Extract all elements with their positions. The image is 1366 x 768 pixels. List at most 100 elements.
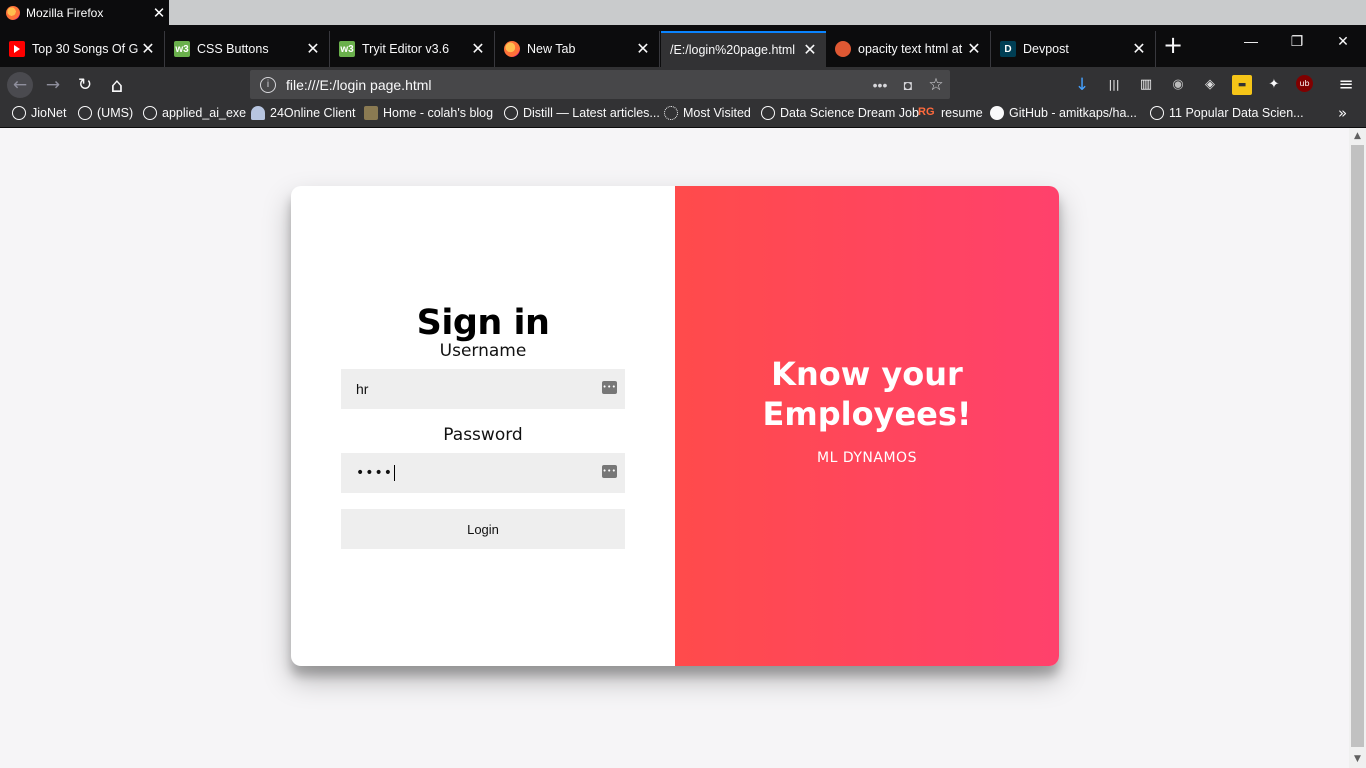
url-bar[interactable]: i file:///E:/login page.html ••• ◘ ☆	[250, 70, 950, 99]
library-icon[interactable]: |||	[1104, 75, 1124, 95]
scroll-up-arrow-icon[interactable]: ▲	[1349, 128, 1366, 145]
window-titlebar: Mozilla Firefox ✕	[0, 0, 1366, 25]
url-text[interactable]: file:///E:/login page.html	[286, 77, 866, 93]
tab-close-icon[interactable]: ✕	[138, 39, 158, 59]
youtube-icon	[9, 41, 25, 57]
minimize-button[interactable]: —	[1236, 33, 1266, 49]
download-icon[interactable]: ↓	[1072, 75, 1092, 95]
globe-icon	[143, 106, 157, 120]
close-window-button[interactable]: ✕	[1328, 33, 1358, 50]
bookmarks-overflow-button[interactable]: »	[1338, 104, 1347, 122]
w3schools-icon: w3	[174, 41, 190, 57]
bookmarks-toolbar: JioNet (UMS) applied_ai_exe 24Online Cli…	[0, 102, 1366, 128]
page-scrollbar[interactable]: ▲ ▼	[1349, 128, 1366, 768]
login-button[interactable]: Login	[341, 509, 625, 549]
extension-icon[interactable]: ✦	[1264, 75, 1284, 95]
tab-tryit-editor[interactable]: w3 Tryit Editor v3.6 ✕	[330, 31, 495, 67]
menu-icon[interactable]: ≡	[1336, 75, 1356, 95]
site-info-icon[interactable]: i	[260, 76, 276, 93]
tab-login-page[interactable]: /E:/login%20page.html ✕	[661, 31, 826, 67]
bookmark-item[interactable]: JioNet	[12, 106, 66, 120]
bookmark-label: Home - colah's blog	[383, 106, 494, 120]
tab-label: CSS Buttons	[197, 42, 269, 56]
tab-close-icon[interactable]: ✕	[964, 39, 984, 59]
bookmark-item[interactable]: 24Online Client	[251, 106, 355, 120]
password-manager-icon[interactable]: •••	[602, 465, 617, 478]
tab-youtube-songs[interactable]: Top 30 Songs Of Go ✕	[0, 31, 165, 67]
window-title-tab: Mozilla Firefox ✕	[0, 0, 169, 25]
globe-icon	[1150, 106, 1164, 120]
bookmark-label: resume	[941, 106, 983, 120]
bookmark-label: JioNet	[31, 106, 67, 120]
bookmark-label: 24Online Client	[270, 106, 356, 120]
new-tab-button[interactable]: +	[1160, 31, 1186, 61]
password-mask: ••••	[356, 465, 394, 481]
tab-label: Tryit Editor v3.6	[362, 42, 450, 56]
bookmark-item[interactable]: Most Visited	[664, 106, 751, 120]
bookmark-item[interactable]: 11 Popular Data Scien...	[1150, 106, 1304, 120]
tab-close-icon[interactable]: ✕	[633, 39, 653, 59]
back-button[interactable]: ←	[7, 72, 33, 98]
tab-close-icon[interactable]: ✕	[303, 39, 323, 59]
username-label: Username	[439, 341, 527, 361]
bookmark-item[interactable]: Data Science Dream Job	[761, 106, 919, 120]
extension-icon[interactable]: ◉	[1168, 75, 1188, 95]
cloud-icon	[251, 106, 265, 120]
username-value: hr	[356, 381, 369, 397]
password-manager-icon[interactable]: •••	[602, 381, 617, 394]
login-card: Sign in Username hr ••• Password •••• ••…	[291, 186, 1059, 666]
username-field[interactable]: hr •••	[341, 369, 625, 409]
duckduckgo-icon	[835, 41, 851, 57]
tab-label: Top 30 Songs Of Go	[32, 42, 138, 56]
page-actions-icon[interactable]: •••	[866, 77, 894, 93]
promo-title: Know your Employees!	[762, 355, 972, 433]
w3schools-icon: w3	[339, 41, 355, 57]
bookmark-item[interactable]: Home - colah's blog	[364, 106, 493, 120]
globe-icon	[761, 106, 775, 120]
tab-close-icon[interactable]: ✕	[800, 40, 820, 60]
tab-css-buttons[interactable]: w3 CSS Buttons ✕	[165, 31, 330, 67]
tab-close-icon[interactable]: ✕	[1129, 39, 1149, 59]
ublock-icon[interactable]: ub	[1296, 75, 1313, 92]
tab-opacity-text[interactable]: opacity text html at ✕	[826, 31, 991, 67]
tab-new-tab[interactable]: New Tab ✕	[495, 31, 660, 67]
page-viewport: Sign in Username hr ••• Password •••• ••…	[0, 128, 1349, 768]
bookmark-star-icon[interactable]: ☆	[922, 75, 950, 95]
reload-button[interactable]: ↻	[72, 72, 98, 98]
tab-label: Devpost	[1023, 42, 1069, 56]
globe-icon	[12, 106, 26, 120]
tab-label: opacity text html at	[858, 42, 963, 56]
bookmark-item[interactable]: (UMS)	[78, 106, 133, 120]
tab-close-icon[interactable]: ✕	[468, 39, 488, 59]
sign-in-panel: Sign in Username hr ••• Password •••• ••…	[291, 186, 675, 666]
globe-icon	[504, 106, 518, 120]
password-label: Password	[443, 425, 523, 445]
researchgate-icon: RG	[918, 106, 935, 118]
scroll-thumb[interactable]	[1351, 145, 1364, 747]
forward-button[interactable]: →	[40, 72, 66, 98]
bookmark-item[interactable]: Distill — Latest articles...	[504, 106, 660, 120]
window-title-close-icon[interactable]: ✕	[149, 4, 169, 22]
bookmark-label: Data Science Dream Job	[780, 106, 919, 120]
restore-button[interactable]: ❐	[1282, 33, 1312, 50]
scroll-down-arrow-icon[interactable]: ▼	[1349, 751, 1366, 768]
extension-icon[interactable]: ▬	[1232, 75, 1252, 95]
bookmark-label: Most Visited	[683, 106, 751, 120]
bookmark-item[interactable]: GitHub - amitkaps/ha...	[990, 106, 1137, 120]
github-icon	[990, 106, 1004, 120]
home-button[interactable]: ⌂	[104, 72, 130, 98]
gear-icon	[664, 106, 678, 120]
firefox-logo-icon	[6, 5, 20, 20]
bookmark-item[interactable]: applied_ai_exe	[143, 106, 246, 120]
password-field[interactable]: •••• •••	[341, 453, 625, 493]
bookmark-item[interactable]: RG resume	[918, 106, 983, 120]
tab-devpost[interactable]: D Devpost ✕	[991, 31, 1156, 67]
tab-label: /E:/login%20page.html	[670, 43, 796, 57]
text-caret	[394, 465, 396, 481]
bookmark-label: 11 Popular Data Scien...	[1169, 106, 1304, 120]
promo-subtitle: ML DYNAMOS	[817, 450, 917, 466]
extension-icon[interactable]: ◈	[1200, 75, 1220, 95]
bookmark-label: Distill — Latest articles...	[523, 106, 660, 120]
sidebar-icon[interactable]: ▥	[1136, 75, 1156, 95]
pocket-icon[interactable]: ◘	[894, 77, 922, 93]
